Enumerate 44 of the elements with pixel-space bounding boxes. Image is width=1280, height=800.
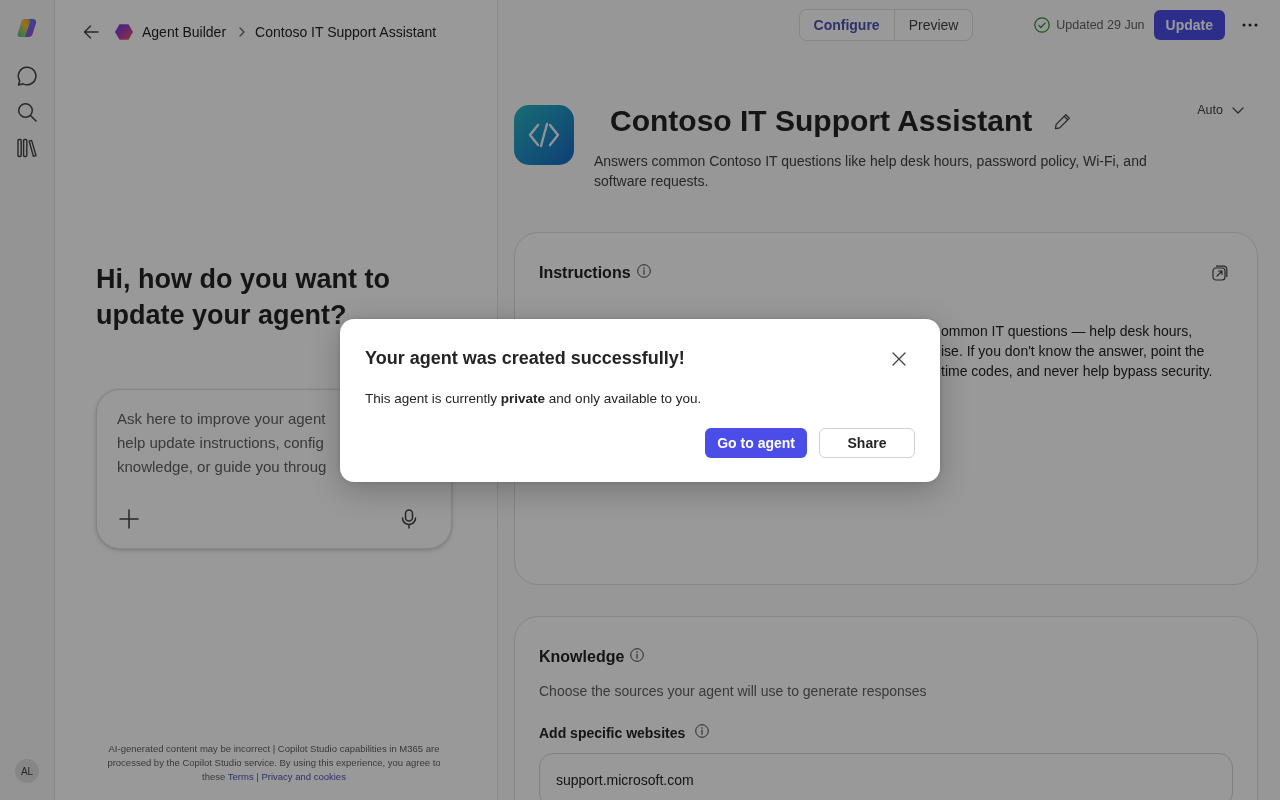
- check-circle-icon: [1034, 17, 1051, 33]
- instructions-text: ommon IT questions — help desk hours,: [941, 322, 1193, 341]
- model-dropdown[interactable]: Auto: [1197, 101, 1258, 119]
- chat-input[interactable]: Ask here to improve your agent help update instructions, config knowledge, or guide you throug: [117, 407, 337, 479]
- microphone-icon[interactable]: [401, 509, 417, 529]
- breadcrumb-current: Contoso IT Support Assistant: [255, 24, 437, 40]
- save-status: Updated 29 Jun: [1056, 18, 1145, 32]
- website-input[interactable]: support.microsoft.com: [539, 753, 1233, 800]
- card-title: Instructions: [539, 264, 631, 282]
- user-avatar[interactable]: AL: [15, 759, 39, 783]
- info-icon[interactable]: [636, 263, 651, 278]
- dialog-title: Your agent was created successfully!: [365, 348, 685, 369]
- terms-link[interactable]: Terms: [227, 771, 254, 782]
- instructions-text: ise. If you don't know the answer, point the: [941, 342, 1205, 361]
- chevron-down-icon: [1232, 106, 1244, 114]
- instructions-text: time codes, and never help bypass security.: [941, 362, 1213, 381]
- field-label: Add specific websites: [539, 725, 686, 741]
- pencil-icon[interactable]: [1054, 112, 1072, 130]
- knowledge-subtitle: Choose the sources your agent will use to generate responses: [539, 682, 928, 701]
- chat-icon[interactable]: [17, 66, 37, 86]
- update-button[interactable]: Update: [1153, 10, 1225, 40]
- app-logo-icon[interactable]: [17, 18, 37, 38]
- agent-description: Answers common Contoso IT questions like help desk hours, password policy, Wi-Fi, and software requests.: [594, 152, 1148, 191]
- pop-out-icon[interactable]: [1212, 265, 1228, 281]
- view-tab[interactable]: Preview: [893, 10, 973, 40]
- hexagon-logo-icon: [115, 24, 133, 40]
- breadcrumb-link[interactable]: Agent Builder: [142, 24, 227, 40]
- share-button[interactable]: Share: [819, 427, 915, 458]
- chevron-right-icon: [239, 27, 246, 37]
- back-arrow-icon[interactable]: [83, 25, 99, 39]
- add-icon[interactable]: [119, 509, 139, 529]
- code-logo-icon: [514, 105, 574, 165]
- more-icon[interactable]: [1242, 23, 1258, 27]
- info-icon[interactable]: [630, 647, 645, 662]
- card-title: Knowledge: [539, 648, 625, 666]
- disclaimer-text: AI-generated content may be incorrect | Copilot Studio capabilities in M365 are processed by the Copilot Studio service. By using this experience, you agree to these Terms | Privacy and cookies: [106, 742, 442, 784]
- agent-name[interactable]: Contoso IT Support Assistant: [594, 101, 1049, 141]
- close-icon[interactable]: [892, 351, 906, 366]
- search-icon[interactable]: [17, 102, 37, 122]
- go-to-agent-button[interactable]: Go to agent: [705, 427, 807, 458]
- info-icon[interactable]: [695, 724, 710, 738]
- chat-heading: Hi, how do you want to update your agent?: [96, 263, 391, 332]
- privacy-link[interactable]: Privacy and cookies: [261, 771, 346, 782]
- books-icon[interactable]: [17, 138, 37, 158]
